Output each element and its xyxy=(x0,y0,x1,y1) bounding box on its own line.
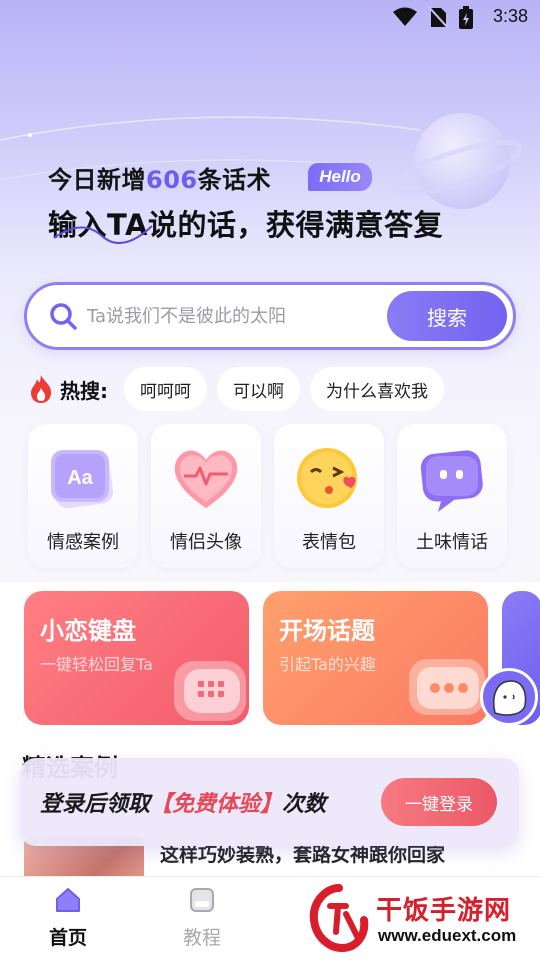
login-promo-text: 登录后领取【免费体验】次数 xyxy=(40,786,326,818)
nav-home[interactable]: 首页 xyxy=(28,885,108,950)
feature-title: 开场话题 xyxy=(279,617,375,645)
wifi-icon xyxy=(393,7,417,26)
emoji-kiss-icon xyxy=(297,448,357,508)
category-couple-avatar[interactable]: 情侣头像 xyxy=(151,424,261,568)
search-bar[interactable]: 搜索 xyxy=(24,282,516,350)
chat-bubble-icon xyxy=(420,450,483,512)
nav-label: 教程 xyxy=(182,927,221,949)
watermark-title: 干饭手游网 xyxy=(376,896,512,926)
feature-title: 小恋键盘 xyxy=(40,617,136,645)
watermark-logo xyxy=(309,884,369,952)
category-label: 土味情话 xyxy=(416,532,488,553)
feature-subtitle: 引起Ta的兴趣 xyxy=(279,655,376,674)
promo-highlight: 【免费体验】 xyxy=(150,792,283,817)
one-click-login-button[interactable]: 一键登录 xyxy=(381,778,497,826)
status-bar: 3:38 xyxy=(0,0,540,36)
category-label: 情侣头像 xyxy=(170,532,242,553)
hot-search-label: 热搜: xyxy=(60,378,108,403)
aa-card-icon: Aa xyxy=(51,450,114,509)
hot-search-row: 热搜: 呵呵呵 可以啊 为什么喜欢我 xyxy=(28,366,454,412)
nav-tutorial[interactable]: 教程 xyxy=(162,885,242,950)
headline-suffix: 条话术 xyxy=(197,166,272,194)
category-label: 表情包 xyxy=(302,532,356,553)
daily-count-headline: 今日新增606条话术 xyxy=(48,160,271,195)
ghost-avatar-icon xyxy=(493,680,527,716)
heart-icon xyxy=(174,450,238,508)
keyboard-icon xyxy=(174,661,246,721)
login-promo-banner: 登录后领取【免费体验】次数 一键登录 xyxy=(20,758,519,846)
site-watermark: 干饭手游网 www.eduext.com xyxy=(306,884,536,954)
svg-text:Aa: Aa xyxy=(67,467,93,489)
feature-opening-topic[interactable]: 开场话题 引起Ta的兴趣 xyxy=(263,591,488,725)
category-cheesy-lines[interactable]: 土味情话 xyxy=(397,424,507,568)
scribble-decoration xyxy=(53,225,153,245)
hot-tag[interactable]: 呵呵呵 xyxy=(124,367,207,411)
hot-tag[interactable]: 可以啊 xyxy=(217,367,300,411)
feature-subtitle: 一键轻松回复Ta xyxy=(40,655,153,674)
chat-dots-icon xyxy=(409,659,485,715)
category-label: 情感案例 xyxy=(47,532,119,553)
feature-love-keyboard[interactable]: 小恋键盘 一键轻松回复Ta xyxy=(24,591,249,725)
search-button[interactable]: 搜索 xyxy=(387,291,507,341)
tutorial-icon xyxy=(190,888,214,912)
nav-label: 首页 xyxy=(48,927,87,949)
hello-badge: Hello xyxy=(308,163,372,191)
headline-prefix: 今日新增 xyxy=(48,166,146,194)
no-sim-icon xyxy=(428,6,448,28)
promo-text-before: 登录后领取 xyxy=(40,792,151,817)
floating-avatar[interactable] xyxy=(480,668,538,726)
new-count: 606 xyxy=(146,166,198,194)
category-grid: Aa 情感案例 情侣头像 表情包 土味情话 xyxy=(28,424,520,568)
search-icon xyxy=(50,303,77,330)
battery-icon xyxy=(459,6,473,29)
promo-text-after: 次数 xyxy=(282,792,327,817)
search-input[interactable] xyxy=(87,301,387,331)
watermark-url: www.eduext.com xyxy=(378,926,517,945)
hot-tag[interactable]: 为什么喜欢我 xyxy=(310,367,444,411)
home-icon xyxy=(56,888,80,912)
category-stickers[interactable]: 表情包 xyxy=(274,424,384,568)
clock: 3:38 xyxy=(492,6,528,26)
category-emotion-cases[interactable]: Aa 情感案例 xyxy=(28,424,138,568)
fire-icon xyxy=(31,375,52,403)
